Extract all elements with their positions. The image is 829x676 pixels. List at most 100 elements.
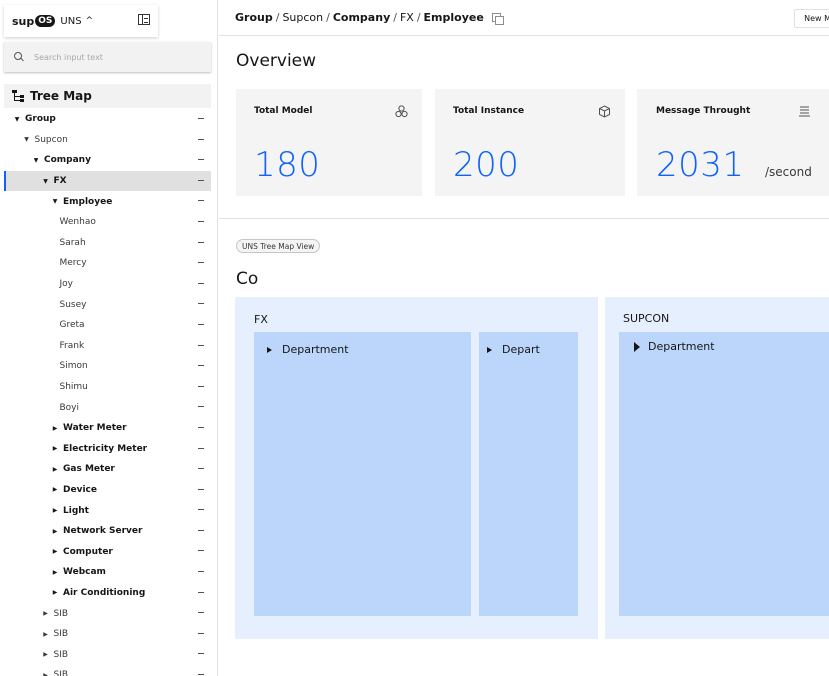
tree-node[interactable]: ▶ SIB [4, 603, 211, 624]
tree-node[interactable]: Boyi [4, 397, 211, 418]
collapse-dash-icon[interactable] [198, 323, 204, 325]
tree-structure-icon [12, 90, 24, 102]
collapse-dash-icon[interactable] [198, 509, 204, 511]
collapse-dash-icon[interactable] [198, 385, 204, 387]
collapse-dash-icon[interactable] [198, 262, 204, 264]
collapse-dash-icon[interactable] [198, 571, 204, 573]
collapse-dash-icon[interactable] [198, 179, 204, 181]
collapse-dash-icon[interactable] [198, 406, 204, 408]
collapse-dash-icon[interactable] [198, 282, 204, 284]
collapse-dash-icon[interactable] [198, 426, 204, 428]
collapse-dash-icon[interactable] [198, 468, 204, 470]
tree-node[interactable]: ▶ Gas Meter [4, 459, 211, 480]
breadcrumb-item[interactable]: Company [333, 11, 390, 24]
collapse-dash-icon[interactable] [198, 241, 204, 243]
collapse-dash-icon[interactable] [198, 653, 204, 655]
panel-toggle-icon[interactable] [138, 14, 150, 25]
collapse-dash-icon[interactable] [198, 118, 204, 119]
collapse-dash-icon[interactable] [198, 550, 204, 552]
tree-node[interactable]: Joy [4, 274, 211, 295]
tree-node[interactable]: ▼ FX [4, 170, 211, 192]
tree-node[interactable]: Sarah [4, 233, 211, 254]
tree-node[interactable]: ▶ SIB [4, 624, 211, 645]
caret-right-icon[interactable]: ▶ [50, 507, 60, 514]
tree-node-label: Greta [59, 320, 85, 331]
collapse-dash-icon[interactable] [198, 220, 204, 222]
caret-down-icon[interactable]: ▼ [12, 116, 22, 123]
collapse-dash-icon[interactable] [198, 138, 204, 140]
breadcrumb-item[interactable]: FX [400, 11, 414, 24]
caret-right-icon [634, 341, 640, 352]
caret-down-icon[interactable]: ▼ [41, 178, 51, 185]
message-icon [798, 105, 811, 121]
tree-map-view-tag[interactable]: UNS Tree Map View [236, 239, 321, 253]
collapse-dash-icon[interactable] [198, 488, 204, 490]
tree-node[interactable]: ▼ Group [4, 109, 211, 130]
collapse-dash-icon[interactable] [198, 447, 204, 449]
tree-map-title: Tree Map [30, 89, 92, 103]
collapse-dash-icon[interactable] [198, 200, 204, 202]
tree-node[interactable]: Susey [4, 294, 211, 315]
breadcrumb-item[interactable]: Supcon [282, 11, 323, 24]
tree-node-label: Network Server [63, 526, 143, 537]
caret-down-icon[interactable]: ▼ [50, 198, 60, 205]
tree-node[interactable]: ▶ SIB [4, 665, 211, 676]
caret-right-icon[interactable]: ▶ [41, 672, 51, 676]
tree-node[interactable]: ▶ Webcam [4, 562, 211, 583]
tree-node[interactable]: ▼ Employee [4, 191, 211, 212]
treemap-department[interactable]: Department [254, 332, 471, 616]
treemap-group-supcon[interactable]: SUPCON Department [605, 297, 829, 639]
tree-node-label: SIB [53, 608, 69, 619]
tree-node[interactable]: ▼ Company [4, 150, 211, 171]
tree-node[interactable]: Frank [4, 336, 211, 357]
tree-node[interactable]: Shimu [4, 377, 211, 398]
caret-right-icon[interactable]: ▶ [41, 631, 51, 638]
tree-node[interactable]: Greta [4, 315, 211, 336]
tree-node[interactable]: Simon [4, 356, 211, 377]
caret-right-icon[interactable]: ▶ [50, 466, 60, 473]
supos-logo: sup OS [12, 15, 56, 28]
card-label: Total Instance [453, 106, 525, 116]
caret-right-icon[interactable]: ▶ [50, 589, 60, 596]
search-input[interactable] [34, 52, 184, 62]
caret-right-icon[interactable]: ▶ [41, 651, 51, 658]
new-button[interactable]: New M [794, 9, 829, 28]
tree-node[interactable]: ▶ SIB [4, 644, 211, 665]
tree-node[interactable]: ▶ Water Meter [4, 418, 211, 439]
collapse-dash-icon[interactable] [198, 674, 204, 676]
breadcrumb-item[interactable]: Employee [424, 11, 484, 24]
tree-node[interactable]: ▶ Light [4, 500, 211, 521]
caret-right-icon[interactable]: ▶ [50, 528, 60, 535]
copy-icon[interactable] [491, 13, 504, 25]
collapse-dash-icon[interactable] [198, 529, 204, 531]
collapse-dash-icon[interactable] [198, 612, 204, 614]
tree-node[interactable]: ▼ Supcon [4, 130, 211, 151]
treemap-department[interactable]: Department [619, 332, 829, 616]
tree-node[interactable]: ▶ Air Conditioning [4, 583, 211, 604]
collapse-dash-icon[interactable] [198, 303, 204, 305]
tree-node[interactable]: ▶ Network Server [4, 521, 211, 542]
caret-down-icon[interactable]: ▼ [31, 157, 41, 164]
caret-right-icon[interactable]: ▶ [41, 610, 51, 617]
treemap-department[interactable]: Depart [479, 332, 578, 616]
treemap-group-fx[interactable]: FX Department Depart [235, 297, 598, 639]
caret-right-icon[interactable]: ▶ [50, 548, 60, 555]
tree-node[interactable]: ▶ Computer [4, 541, 211, 562]
collapse-dash-icon[interactable] [198, 632, 204, 634]
caret-right-icon[interactable]: ▶ [50, 425, 60, 432]
collapse-dash-icon[interactable] [198, 344, 204, 346]
breadcrumb-item[interactable]: Group [235, 11, 273, 24]
collapse-dash-icon[interactable] [198, 365, 204, 367]
section-title: Co [236, 269, 259, 289]
collapse-dash-icon[interactable] [198, 591, 204, 593]
app-switcher[interactable]: sup OS UNS ^ [4, 5, 158, 37]
caret-right-icon[interactable]: ▶ [50, 569, 60, 576]
tree-node[interactable]: Mercy [4, 253, 211, 274]
collapse-dash-icon[interactable] [198, 159, 204, 161]
caret-right-icon[interactable]: ▶ [50, 445, 60, 452]
tree-node[interactable]: Wenhao [4, 212, 211, 233]
tree-node[interactable]: ▶ Electricity Meter [4, 439, 211, 460]
tree-node[interactable]: ▶ Device [4, 480, 211, 501]
caret-down-icon[interactable]: ▼ [22, 136, 32, 143]
caret-right-icon[interactable]: ▶ [50, 486, 60, 493]
